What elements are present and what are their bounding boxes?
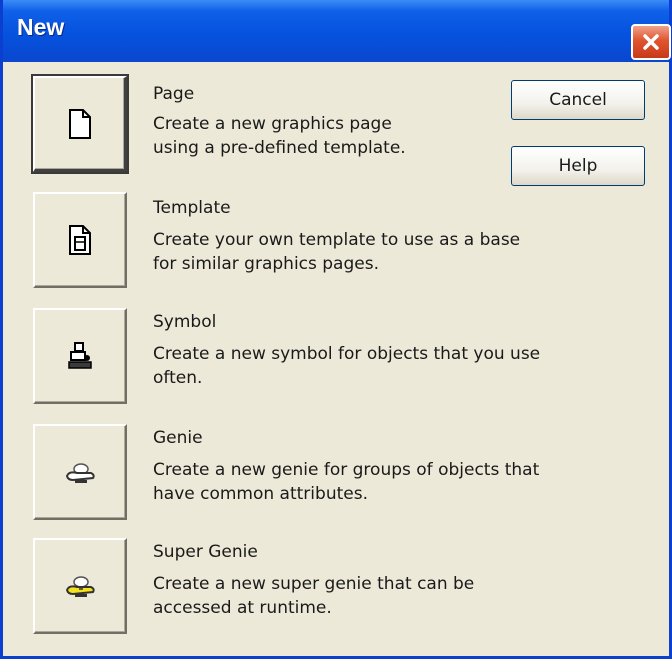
super-genie-option-description: Create a new super genie that can be acc…	[153, 572, 474, 620]
description-line: Create a new genie for groups of objects…	[153, 460, 540, 480]
title-bar[interactable]: New	[3, 0, 671, 62]
description-line: have common attributes.	[153, 484, 368, 504]
super-genie-icon	[63, 571, 97, 601]
new-dialog: New Page Create a new graphics page usin…	[0, 0, 672, 659]
page-icon	[68, 108, 92, 139]
template-option-title: Template	[153, 198, 231, 218]
description-line: Create your own template to use as a bas…	[153, 230, 521, 250]
genie-icon	[63, 457, 97, 487]
page-option-description: Create a new graphics page using a pre-d…	[153, 112, 406, 160]
window-title: New	[17, 14, 65, 40]
description-line: often.	[153, 368, 203, 388]
description-line: accessed at runtime.	[153, 598, 332, 618]
super-genie-option-title: Super Genie	[153, 542, 258, 562]
description-line: Create a new symbol for objects that you…	[153, 344, 541, 364]
description-line: Create a new super genie that can be	[153, 574, 475, 594]
template-icon	[68, 225, 92, 255]
symbol-option-button[interactable]	[33, 308, 127, 404]
page-option-title: Page	[153, 84, 195, 104]
description-line: for similar graphics pages.	[153, 254, 379, 274]
symbol-option-description: Create a new symbol for objects that you…	[153, 342, 540, 390]
symbol-icon	[65, 341, 95, 371]
super-genie-option-button[interactable]	[33, 538, 127, 634]
page-option-button[interactable]	[31, 74, 129, 174]
cancel-button[interactable]: Cancel	[511, 80, 645, 120]
genie-option-title: Genie	[153, 428, 203, 448]
template-option-button[interactable]	[33, 192, 127, 288]
close-icon	[643, 34, 659, 50]
symbol-option-title: Symbol	[153, 312, 217, 332]
close-button[interactable]	[631, 24, 671, 60]
genie-option-button[interactable]	[33, 424, 127, 520]
genie-option-description: Create a new genie for groups of objects…	[153, 458, 539, 506]
description-line: using a pre-defined template.	[153, 138, 406, 158]
description-line: Create a new graphics page	[153, 114, 392, 134]
help-button[interactable]: Help	[511, 146, 645, 186]
template-option-description: Create your own template to use as a bas…	[153, 228, 520, 276]
